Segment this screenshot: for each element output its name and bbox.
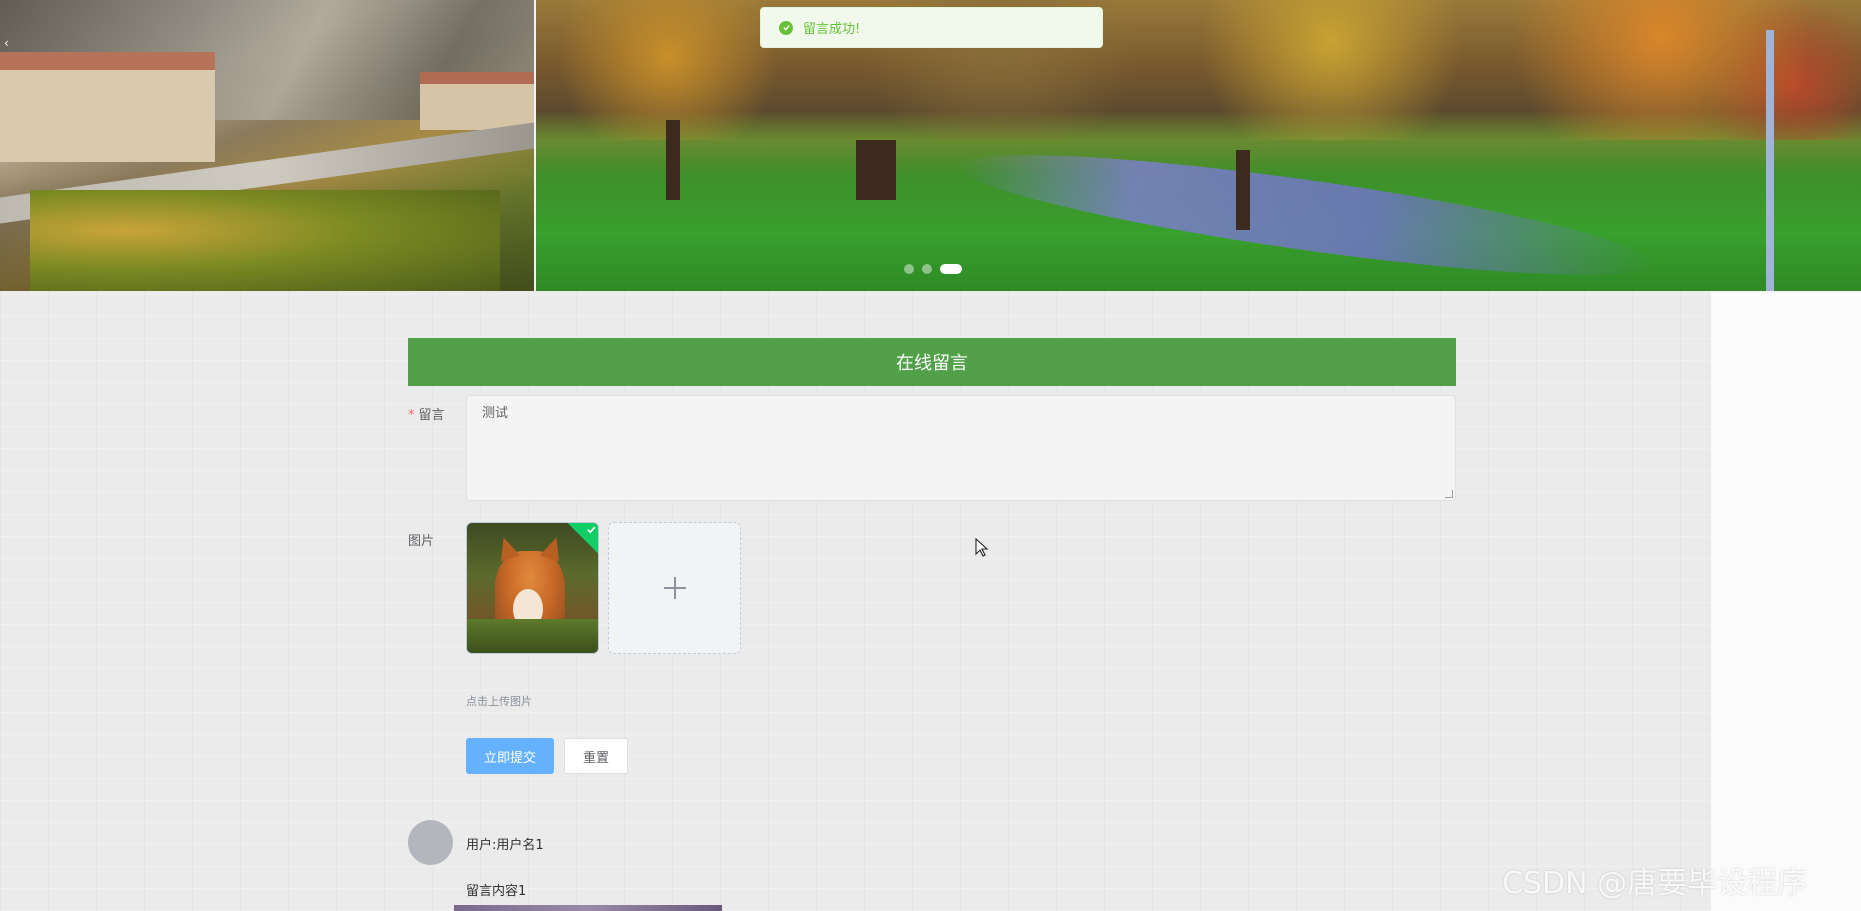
slide-park-path	[954, 131, 1658, 291]
slide-tree-trunk	[1236, 150, 1250, 230]
carousel-slide-previous	[0, 0, 534, 291]
slide-tree-trunk	[666, 120, 680, 200]
carousel-dot[interactable]	[922, 264, 932, 274]
carousel-prev-arrow[interactable]: ‹	[4, 36, 9, 50]
slide-foliage	[30, 190, 500, 291]
toast-message: 留言成功!	[803, 22, 861, 37]
message-textarea[interactable]: 测试	[466, 395, 1456, 501]
comment-image[interactable]	[454, 905, 722, 911]
upload-hint: 点击上传图片	[466, 695, 532, 708]
mouse-pointer-icon	[975, 538, 989, 557]
image-upload-button[interactable]	[608, 522, 741, 654]
image-label: 图片	[408, 530, 434, 549]
form-title: 在线留言	[896, 353, 968, 374]
slide-building	[420, 72, 534, 130]
carousel-dot[interactable]	[904, 264, 914, 274]
uploaded-image-thumbnail[interactable]	[466, 522, 599, 654]
submit-button[interactable]: 立即提交	[466, 738, 554, 774]
check-icon	[587, 526, 596, 534]
upload-success-badge	[566, 523, 598, 555]
slide-building	[0, 52, 215, 162]
avatar	[408, 820, 453, 865]
plus-icon	[663, 577, 686, 599]
reset-button[interactable]: 重置	[564, 738, 628, 774]
message-label: * 留言	[408, 404, 445, 423]
watermark: CSDN @唐要毕设程序	[1502, 866, 1808, 901]
form-title-bar: 在线留言	[408, 338, 1456, 386]
message-textarea-value: 测试	[482, 406, 509, 421]
required-mark: *	[408, 408, 415, 423]
carousel-slide-active	[536, 0, 1861, 291]
success-toast: 留言成功!	[760, 7, 1103, 48]
comment-content: 留言内容1	[466, 884, 527, 899]
image-label-text: 图片	[408, 534, 435, 549]
message-label-text: 留言	[418, 408, 445, 423]
slide-lamp-post	[1766, 30, 1774, 291]
carousel-indicators	[904, 264, 962, 274]
carousel-dot-active[interactable]	[940, 264, 962, 274]
page-right-gutter	[1711, 291, 1861, 911]
slide-tree-trunk	[856, 140, 896, 200]
check-circle-icon	[779, 20, 793, 35]
comment-user: 用户:用户名1	[466, 838, 544, 853]
slide-tree-canopy	[536, 0, 1861, 140]
resize-handle[interactable]	[1445, 490, 1453, 498]
thumbnail-grass	[467, 619, 598, 653]
